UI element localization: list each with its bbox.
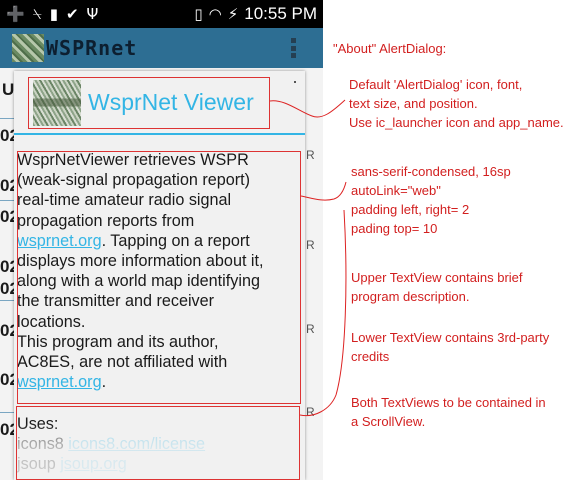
- battery-charging-icon: ⚡: [227, 5, 239, 23]
- app-title: WSPRnet: [46, 36, 138, 60]
- battery-100-icon: ▮: [49, 5, 58, 23]
- note-scrollview: Both TextViews to be contained in a Scro…: [351, 395, 546, 429]
- note-upper-textview: Upper TextView contains brief program de…: [351, 270, 523, 304]
- list-divider: [0, 200, 14, 201]
- check-icon: ✔: [65, 5, 79, 23]
- list-item-fragment: R: [306, 148, 315, 162]
- note-textview-style: sans-serif-condensed, 16sp autoLink="web…: [351, 164, 511, 236]
- usb-icon: ⍀: [32, 5, 42, 23]
- lower-textview-box: [16, 406, 300, 480]
- add-icon: ➕: [6, 5, 25, 23]
- app-launcher-icon[interactable]: [12, 34, 44, 62]
- usb-icon: Ψ: [86, 5, 99, 23]
- status-left-icons: ➕ ⍀ ▮ ✔ Ψ: [6, 4, 98, 24]
- status-time: 10:55 PM: [244, 4, 317, 23]
- list-divider: [0, 118, 14, 119]
- action-bar: WSPRnet: [0, 28, 323, 68]
- list-item-fragment: R: [306, 405, 315, 419]
- list-item-fragment: R: [306, 238, 315, 252]
- overflow-menu-icon[interactable]: [291, 38, 297, 58]
- list-divider: [0, 300, 14, 301]
- list-item-fragment: R: [306, 322, 315, 336]
- note-about-alertdialog: "About" AlertDialog:: [333, 41, 447, 56]
- note-lower-textview: Lower TextView contains 3rd-party credit…: [351, 330, 550, 364]
- note-icon: Default 'AlertDialog' icon, font, text s…: [349, 77, 564, 130]
- vibrate-icon: ▯: [194, 5, 203, 23]
- wifi-icon: ◠: [208, 5, 222, 23]
- dialog-dot: [294, 81, 296, 83]
- status-right: ▯ ◠ ⚡ 10:55 PM: [194, 4, 317, 24]
- status-bar: ➕ ⍀ ▮ ✔ Ψ ▯ ◠ ⚡ 10:55 PM: [0, 0, 323, 28]
- dialog-title-divider: [14, 133, 305, 135]
- list-item-fragment[interactable]: U: [2, 80, 14, 100]
- header-highlight-box: [28, 77, 270, 129]
- list-divider: [0, 412, 14, 413]
- upper-textview-box: [17, 151, 301, 404]
